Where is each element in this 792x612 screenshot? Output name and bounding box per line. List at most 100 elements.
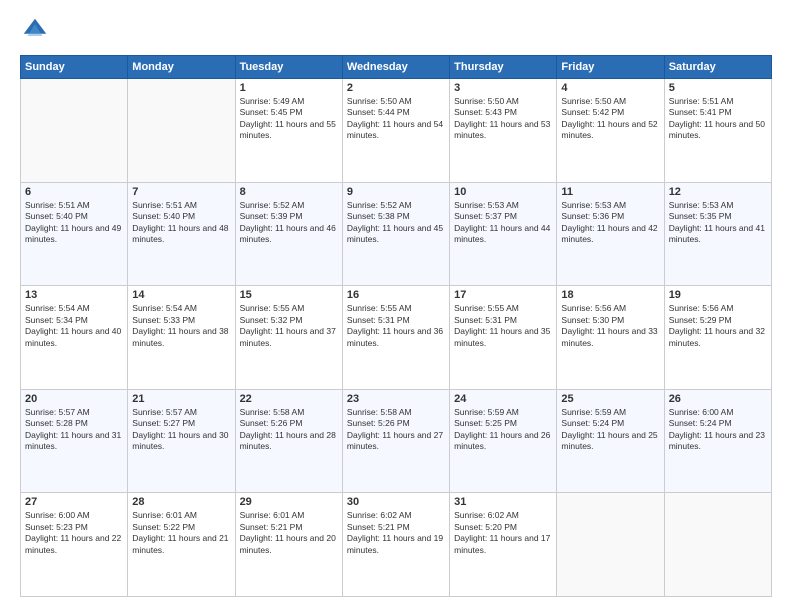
logo-icon xyxy=(20,15,50,45)
cell-info: Sunrise: 5:56 AMSunset: 5:30 PMDaylight:… xyxy=(561,303,659,349)
weekday-header-saturday: Saturday xyxy=(664,56,771,79)
calendar-cell xyxy=(664,493,771,597)
day-number: 8 xyxy=(240,186,338,198)
calendar-cell: 18 Sunrise: 5:56 AMSunset: 5:30 PMDayligh… xyxy=(557,286,664,390)
cell-info: Sunrise: 6:01 AMSunset: 5:22 PMDaylight:… xyxy=(132,510,230,556)
day-number: 30 xyxy=(347,496,445,508)
calendar-cell xyxy=(128,79,235,183)
calendar-cell: 25 Sunrise: 5:59 AMSunset: 5:24 PMDayligh… xyxy=(557,389,664,493)
day-number: 24 xyxy=(454,393,552,405)
calendar-body: 1 Sunrise: 5:49 AMSunset: 5:45 PMDaylight… xyxy=(21,79,772,597)
calendar-cell: 3 Sunrise: 5:50 AMSunset: 5:43 PMDaylight… xyxy=(450,79,557,183)
day-number: 13 xyxy=(25,289,123,301)
day-number: 11 xyxy=(561,186,659,198)
day-number: 31 xyxy=(454,496,552,508)
day-number: 5 xyxy=(669,82,767,94)
cell-info: Sunrise: 5:54 AMSunset: 5:33 PMDaylight:… xyxy=(132,303,230,349)
calendar-cell: 6 Sunrise: 5:51 AMSunset: 5:40 PMDaylight… xyxy=(21,182,128,286)
cell-info: Sunrise: 5:49 AMSunset: 5:45 PMDaylight:… xyxy=(240,96,338,142)
cell-info: Sunrise: 6:02 AMSunset: 5:21 PMDaylight:… xyxy=(347,510,445,556)
cell-info: Sunrise: 5:53 AMSunset: 5:36 PMDaylight:… xyxy=(561,200,659,246)
calendar-cell: 16Sunrise: 5:55 AMSunset: 5:31 PMDayligh… xyxy=(342,286,449,390)
calendar-cell xyxy=(557,493,664,597)
cell-info: Sunrise: 6:00 AMSunset: 5:24 PMDaylight:… xyxy=(669,407,767,453)
day-number: 28 xyxy=(132,496,230,508)
cell-info: Sunrise: 5:57 AMSunset: 5:28 PMDaylight:… xyxy=(25,407,123,453)
cell-info: Sunrise: 5:57 AMSunset: 5:27 PMDaylight:… xyxy=(132,407,230,453)
cell-info: Sunrise: 5:53 AMSunset: 5:35 PMDaylight:… xyxy=(669,200,767,246)
calendar-cell: 24 Sunrise: 5:59 AMSunset: 5:25 PMDayligh… xyxy=(450,389,557,493)
logo xyxy=(20,15,54,45)
cell-info: Sunrise: 5:58 AMSunset: 5:26 PMDaylight:… xyxy=(240,407,338,453)
day-number: 12 xyxy=(669,186,767,198)
calendar-cell: 15 Sunrise: 5:55 AMSunset: 5:32 PMDayligh… xyxy=(235,286,342,390)
day-number: 26 xyxy=(669,393,767,405)
day-number: 23 xyxy=(347,393,445,405)
cell-info: Sunrise: 5:59 AMSunset: 5:25 PMDaylight:… xyxy=(454,407,552,453)
cell-info: Sunrise: 5:52 AMSunset: 5:38 PMDaylight:… xyxy=(347,200,445,246)
day-number: 1 xyxy=(240,82,338,94)
calendar-cell: 31 Sunrise: 6:02 AMSunset: 5:20 PMDayligh… xyxy=(450,493,557,597)
calendar-cell: 30 Sunrise: 6:02 AMSunset: 5:21 PMDayligh… xyxy=(342,493,449,597)
calendar-cell: 29Sunrise: 6:01 AMSunset: 5:21 PMDayligh… xyxy=(235,493,342,597)
day-number: 15 xyxy=(240,289,338,301)
cell-info: Sunrise: 5:50 AMSunset: 5:42 PMDaylight:… xyxy=(561,96,659,142)
calendar-cell: 12 Sunrise: 5:53 AMSunset: 5:35 PMDayligh… xyxy=(664,182,771,286)
day-number: 7 xyxy=(132,186,230,198)
weekday-header-sunday: Sunday xyxy=(21,56,128,79)
day-number: 17 xyxy=(454,289,552,301)
day-number: 22 xyxy=(240,393,338,405)
calendar-cell: 28 Sunrise: 6:01 AMSunset: 5:22 PMDayligh… xyxy=(128,493,235,597)
weekday-header-monday: Monday xyxy=(128,56,235,79)
cell-info: Sunrise: 5:55 AMSunset: 5:31 PMDaylight:… xyxy=(347,303,445,349)
day-number: 20 xyxy=(25,393,123,405)
cell-info: Sunrise: 5:55 AMSunset: 5:31 PMDaylight:… xyxy=(454,303,552,349)
cell-info: Sunrise: 5:50 AMSunset: 5:43 PMDaylight:… xyxy=(454,96,552,142)
day-number: 6 xyxy=(25,186,123,198)
cell-info: Sunrise: 5:53 AMSunset: 5:37 PMDaylight:… xyxy=(454,200,552,246)
day-number: 21 xyxy=(132,393,230,405)
calendar-cell: 10 Sunrise: 5:53 AMSunset: 5:37 PMDayligh… xyxy=(450,182,557,286)
cell-info: Sunrise: 5:58 AMSunset: 5:26 PMDaylight:… xyxy=(347,407,445,453)
calendar-cell: 8Sunrise: 5:52 AMSunset: 5:39 PMDaylight… xyxy=(235,182,342,286)
calendar-cell: 14 Sunrise: 5:54 AMSunset: 5:33 PMDayligh… xyxy=(128,286,235,390)
calendar-week-2: 6 Sunrise: 5:51 AMSunset: 5:40 PMDaylight… xyxy=(21,182,772,286)
calendar-cell: 9 Sunrise: 5:52 AMSunset: 5:38 PMDaylight… xyxy=(342,182,449,286)
calendar-cell: 20 Sunrise: 5:57 AMSunset: 5:28 PMDayligh… xyxy=(21,389,128,493)
calendar-cell xyxy=(21,79,128,183)
cell-info: Sunrise: 5:50 AMSunset: 5:44 PMDaylight:… xyxy=(347,96,445,142)
calendar-cell: 13 Sunrise: 5:54 AMSunset: 5:34 PMDayligh… xyxy=(21,286,128,390)
calendar-cell: 5 Sunrise: 5:51 AMSunset: 5:41 PMDaylight… xyxy=(664,79,771,183)
calendar-week-5: 27Sunrise: 6:00 AMSunset: 5:23 PMDayligh… xyxy=(21,493,772,597)
day-number: 4 xyxy=(561,82,659,94)
weekday-header-wednesday: Wednesday xyxy=(342,56,449,79)
weekday-header-row: SundayMondayTuesdayWednesdayThursdayFrid… xyxy=(21,56,772,79)
day-number: 27 xyxy=(25,496,123,508)
day-number: 14 xyxy=(132,289,230,301)
cell-info: Sunrise: 5:54 AMSunset: 5:34 PMDaylight:… xyxy=(25,303,123,349)
cell-info: Sunrise: 5:56 AMSunset: 5:29 PMDaylight:… xyxy=(669,303,767,349)
day-number: 3 xyxy=(454,82,552,94)
header xyxy=(20,15,772,45)
calendar-cell: 11 Sunrise: 5:53 AMSunset: 5:36 PMDayligh… xyxy=(557,182,664,286)
calendar-week-1: 1 Sunrise: 5:49 AMSunset: 5:45 PMDaylight… xyxy=(21,79,772,183)
day-number: 2 xyxy=(347,82,445,94)
day-number: 18 xyxy=(561,289,659,301)
cell-info: Sunrise: 6:02 AMSunset: 5:20 PMDaylight:… xyxy=(454,510,552,556)
day-number: 9 xyxy=(347,186,445,198)
calendar-cell: 27Sunrise: 6:00 AMSunset: 5:23 PMDayligh… xyxy=(21,493,128,597)
calendar-cell: 7Sunrise: 5:51 AMSunset: 5:40 PMDaylight… xyxy=(128,182,235,286)
weekday-header-tuesday: Tuesday xyxy=(235,56,342,79)
cell-info: Sunrise: 5:59 AMSunset: 5:24 PMDaylight:… xyxy=(561,407,659,453)
day-number: 10 xyxy=(454,186,552,198)
page: SundayMondayTuesdayWednesdayThursdayFrid… xyxy=(0,0,792,612)
calendar-cell: 1 Sunrise: 5:49 AMSunset: 5:45 PMDaylight… xyxy=(235,79,342,183)
calendar-week-3: 13 Sunrise: 5:54 AMSunset: 5:34 PMDayligh… xyxy=(21,286,772,390)
cell-info: Sunrise: 5:51 AMSunset: 5:41 PMDaylight:… xyxy=(669,96,767,142)
day-number: 19 xyxy=(669,289,767,301)
calendar-cell: 4 Sunrise: 5:50 AMSunset: 5:42 PMDaylight… xyxy=(557,79,664,183)
calendar-cell: 17 Sunrise: 5:55 AMSunset: 5:31 PMDayligh… xyxy=(450,286,557,390)
day-number: 25 xyxy=(561,393,659,405)
cell-info: Sunrise: 5:51 AMSunset: 5:40 PMDaylight:… xyxy=(25,200,123,246)
cell-info: Sunrise: 5:55 AMSunset: 5:32 PMDaylight:… xyxy=(240,303,338,349)
